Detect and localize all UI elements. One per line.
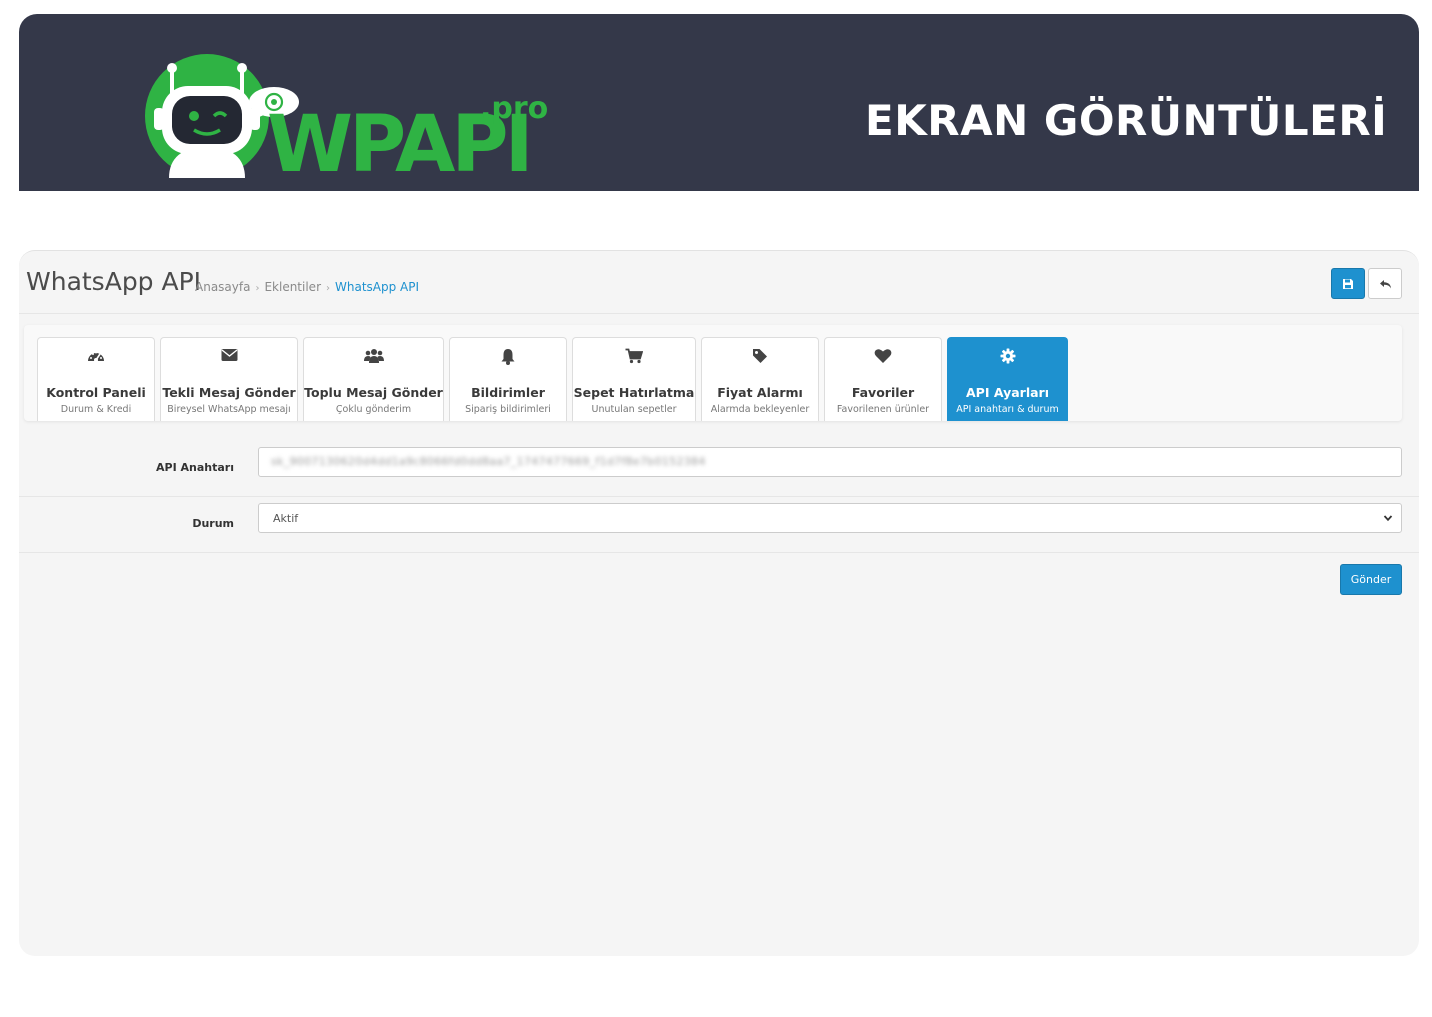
tab-label: Sepet Hatırlatma: [573, 385, 695, 400]
status-label: Durum: [192, 517, 234, 530]
form-row-api-key: API Anahtarı sk_9007130620d4dd1a9c8066fd…: [19, 440, 1419, 497]
api-key-label: API Anahtarı: [156, 461, 234, 474]
tab-sublabel: Çoklu gönderim: [335, 404, 412, 415]
tab-sublabel: Durum & Kredi: [60, 404, 132, 415]
tab-api-ayarlari[interactable]: API Ayarları API anahtarı & durum: [947, 337, 1068, 421]
page-header: WhatsApp API Anasayfa › Eklentiler › WhatsAp…: [19, 251, 1419, 314]
envelope-icon: [221, 349, 237, 361]
tab-sublabel: API anahtarı & durum: [956, 404, 1059, 415]
heart-icon: [874, 349, 892, 363]
chevron-down-icon: [1383, 515, 1393, 522]
tab-sublabel: Favorilenen ürünler: [836, 404, 930, 415]
dashboard-icon: [88, 351, 104, 362]
wpapi-logo: WPAPI .pro: [145, 54, 548, 178]
tab-sublabel: Bireysel WhatsApp mesajı: [167, 404, 291, 415]
app-window: WhatsApp API Anasayfa › Eklentiler › WhatsAp…: [19, 250, 1419, 956]
tab-bar: Kontrol Paneli Durum & Kredi Tekli Mesaj…: [24, 325, 1402, 421]
form-row-status: Durum Aktif: [19, 496, 1419, 553]
tab-sublabel: Alarmda bekleyenler: [710, 404, 810, 415]
tab-fiyat-alarmi[interactable]: Fiyat Alarmı Alarmda bekleyenler: [701, 337, 819, 421]
tab-label: Favoriler: [851, 385, 915, 400]
tab-label: Toplu Mesaj Gönder: [304, 385, 443, 400]
tab-sepet-hatirlatma[interactable]: Sepet Hatırlatma Unutulan sepetler: [572, 337, 696, 421]
tab-label: Bildirimler: [471, 385, 545, 400]
tab-label: API Ayarları: [966, 385, 1049, 400]
tab-kontrol-paneli[interactable]: Kontrol Paneli Durum & Kredi: [37, 337, 155, 421]
reply-icon: [1379, 279, 1391, 288]
page-title: WhatsApp API: [26, 267, 202, 296]
tab-favoriler[interactable]: Favoriler Favorilenen ürünler: [824, 337, 942, 421]
breadcrumb-extensions[interactable]: Eklentiler: [264, 280, 321, 294]
tab-label: Tekli Mesaj Gönder: [162, 385, 296, 400]
back-button[interactable]: [1368, 268, 1402, 299]
tag-icon: [753, 349, 767, 363]
tab-toplu-mesaj[interactable]: Toplu Mesaj Gönder Çoklu gönderim: [303, 337, 444, 421]
submit-button[interactable]: Gönder: [1340, 564, 1402, 595]
tab-bildirimler[interactable]: Bildirimler Sipariş bildirimleri: [449, 337, 567, 421]
bell-icon: [501, 349, 515, 365]
status-selected-value: Aktif: [273, 512, 299, 525]
tab-sublabel: Sipariş bildirimleri: [465, 404, 551, 415]
users-icon: [363, 349, 384, 363]
gear-icon: [1000, 348, 1015, 364]
api-key-input[interactable]: sk_9007130620d4dd1a9c8066fd0dd8aa7_17474…: [258, 447, 1402, 477]
breadcrumb: Anasayfa › Eklentiler › WhatsApp API: [195, 280, 419, 294]
tab-label: Kontrol Paneli: [46, 385, 146, 400]
save-button[interactable]: [1331, 268, 1365, 299]
breadcrumb-home[interactable]: Anasayfa: [195, 280, 250, 294]
promo-banner: WPAPI .pro EKRAN GÖRÜNTÜLERİ: [19, 14, 1419, 191]
breadcrumb-current[interactable]: WhatsApp API: [335, 280, 419, 294]
tab-tekli-mesaj[interactable]: Tekli Mesaj Gönder Bireysel WhatsApp mes…: [160, 337, 298, 421]
breadcrumb-separator: ›: [326, 283, 330, 294]
logo-suffix: .pro: [480, 91, 548, 126]
tab-label: Fiyat Alarmı: [717, 385, 803, 400]
tab-sublabel: Unutulan sepetler: [591, 404, 677, 415]
banner-title: EKRAN GÖRÜNTÜLERİ: [865, 96, 1388, 145]
cart-icon: [625, 348, 643, 364]
breadcrumb-separator: ›: [255, 283, 260, 294]
save-icon: [1343, 278, 1353, 289]
status-select[interactable]: Aktif: [258, 503, 1402, 533]
api-key-value: sk_9007130620d4dd1a9c8066fd0dd8aa7_17474…: [271, 455, 706, 468]
